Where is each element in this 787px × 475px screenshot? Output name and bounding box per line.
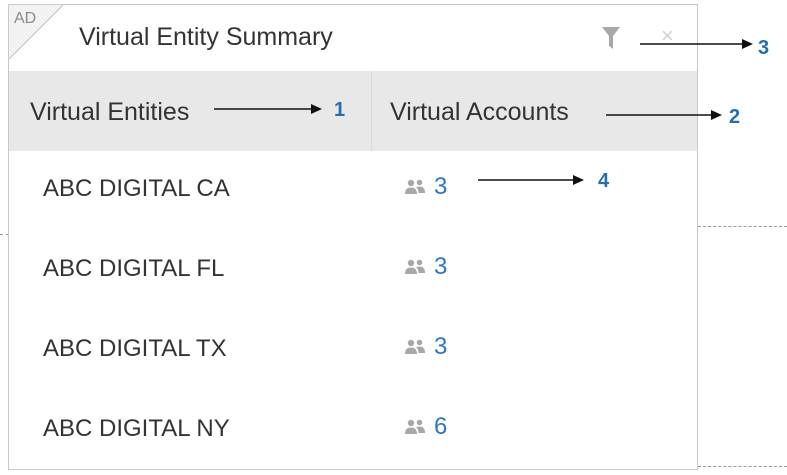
account-count[interactable]: 3 <box>434 253 447 281</box>
virtual-entity-name: ABC DIGITAL CA <box>43 175 230 202</box>
users-icon <box>405 179 425 194</box>
annotation-arrow-4 <box>478 175 584 185</box>
table-row[interactable]: ABC DIGITAL CA 3 <box>9 151 697 231</box>
virtual-accounts-link[interactable]: 3 <box>404 333 447 361</box>
table-row[interactable]: ABC DIGITAL TX 3 <box>9 311 697 391</box>
users-icon <box>405 339 425 354</box>
widget-corner-badge: AD <box>9 5 63 59</box>
virtual-entity-summary-widget: AD Virtual Entity Summary × Virtual Enti… <box>8 4 698 470</box>
widget-title: Virtual Entity Summary <box>79 23 333 51</box>
guide-line-right-lower <box>698 466 787 467</box>
virtual-accounts-link[interactable]: 3 <box>404 173 447 201</box>
guide-line-right-upper <box>698 226 787 227</box>
virtual-entity-name: ABC DIGITAL NY <box>43 415 230 442</box>
account-count[interactable]: 3 <box>434 173 447 201</box>
annotation-arrow-2 <box>606 110 722 120</box>
annotation-arrow-1 <box>214 104 322 114</box>
table-row[interactable]: ABC DIGITAL NY 6 <box>9 391 697 469</box>
virtual-accounts-link[interactable]: 6 <box>404 413 447 441</box>
users-icon <box>405 419 425 434</box>
annotation-label-3: 3 <box>758 37 770 59</box>
column-header-virtual-accounts[interactable]: Virtual Accounts <box>390 98 569 127</box>
filter-icon[interactable] <box>601 26 621 55</box>
column-header-virtual-entities[interactable]: Virtual Entities <box>30 98 189 127</box>
account-count[interactable]: 3 <box>434 333 447 361</box>
account-count[interactable]: 6 <box>434 413 447 441</box>
table-row[interactable]: ABC DIGITAL FL 3 <box>9 231 697 311</box>
users-icon <box>405 259 425 274</box>
annotation-arrow-3 <box>640 39 753 49</box>
corner-label: AD <box>14 10 37 27</box>
annotation-label-4: 4 <box>598 170 610 192</box>
annotation-label-2: 2 <box>729 106 741 128</box>
annotation-label-1: 1 <box>334 99 346 121</box>
virtual-entity-name: ABC DIGITAL TX <box>43 335 227 362</box>
virtual-accounts-link[interactable]: 3 <box>404 253 447 281</box>
header-column-divider <box>371 71 372 151</box>
virtual-entity-name: ABC DIGITAL FL <box>43 255 225 282</box>
